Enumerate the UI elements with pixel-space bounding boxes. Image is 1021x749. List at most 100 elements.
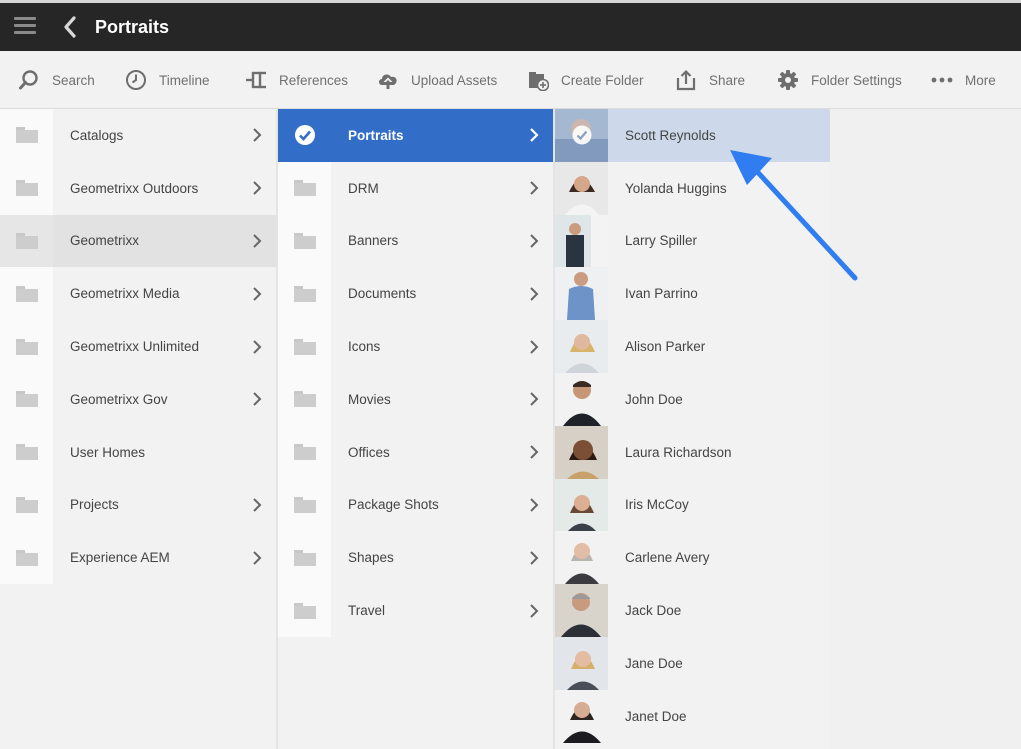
chevron-right-icon <box>530 603 539 618</box>
list-item-offices[interactable]: Offices <box>278 425 553 479</box>
list-item-documents[interactable]: Documents <box>278 267 553 321</box>
chevron-right-icon <box>530 551 539 565</box>
folder-icon <box>15 496 38 513</box>
action-toolbar: Search Timeline References Upload Assets… <box>0 51 1021 109</box>
references-label: References <box>279 72 349 88</box>
chevron-right-icon <box>530 392 539 407</box>
share-icon <box>675 69 697 91</box>
list-item-laura-richardson[interactable]: Laura Richardson <box>555 425 830 479</box>
chevron-right-icon <box>530 339 539 354</box>
references-button[interactable]: References <box>245 51 348 109</box>
check-circle-icon <box>572 125 591 145</box>
search-icon <box>18 69 40 91</box>
create-folder-button[interactable]: Create Folder <box>527 51 644 109</box>
portrait-thumbnail <box>555 372 608 426</box>
more-dots-icon <box>931 69 953 91</box>
folder-settings-button[interactable]: Folder Settings <box>777 51 902 109</box>
list-item-user-homes[interactable]: User Homes <box>0 425 276 479</box>
list-item-scott-reynolds[interactable]: Scott Reynolds <box>555 109 830 162</box>
chevron-right-icon <box>253 551 262 565</box>
list-item-shapes[interactable]: Shapes <box>278 531 553 585</box>
list-item-yolanda-huggins[interactable]: Yolanda Huggins <box>555 161 830 215</box>
chevron-right-icon <box>253 392 262 407</box>
folder-icon <box>15 180 38 197</box>
chevron-right-icon <box>530 287 539 301</box>
top-bar: Portraits <box>0 0 1021 51</box>
list-item-banners[interactable]: Banners <box>278 214 553 268</box>
list-item-janet-doe[interactable]: Janet Doe <box>555 689 830 743</box>
list-item-package-shots[interactable]: Package Shots <box>278 478 553 532</box>
list-item-movies[interactable]: Movies <box>278 372 553 426</box>
folder-icon <box>293 444 316 461</box>
portrait-thumbnail <box>555 636 608 690</box>
list-item-john-doe[interactable]: John Doe <box>555 372 830 426</box>
list-item-jack-doe[interactable]: Jack Doe <box>555 584 830 637</box>
folder-icon <box>15 127 38 144</box>
folder-icon <box>293 232 316 249</box>
list-item-ivan-parrino[interactable]: Ivan Parrino <box>555 267 830 321</box>
list-item-jane-doe[interactable]: Jane Doe <box>555 636 830 690</box>
more-label: More <box>965 72 996 88</box>
share-label: Share <box>709 72 746 88</box>
list-item-larry-spiller[interactable]: Larry Spiller <box>555 214 830 268</box>
share-button[interactable]: Share <box>675 51 745 109</box>
list-item-carlene-avery[interactable]: Carlene Avery <box>555 531 830 585</box>
portrait-thumbnail <box>555 689 608 743</box>
chevron-right-icon <box>530 181 539 195</box>
chevron-right-icon <box>253 128 262 143</box>
list-item-drm[interactable]: DRM <box>278 161 553 215</box>
page-title: Portraits <box>95 17 170 37</box>
list-item-projects[interactable]: Projects <box>0 478 276 532</box>
upload-assets-label: Upload Assets <box>411 72 498 88</box>
folder-icon <box>293 338 316 355</box>
timeline-label: Timeline <box>159 72 210 88</box>
search-button[interactable]: Search <box>18 51 95 109</box>
empty-column-area <box>831 109 1021 749</box>
more-button[interactable]: More <box>931 51 996 109</box>
back-arrow-icon[interactable] <box>60 14 82 40</box>
column-geometrixx: Portraits DRM Banners Documents Icons Mo… <box>278 109 553 749</box>
folder-icon <box>293 602 316 619</box>
list-item-icons[interactable]: Icons <box>278 320 553 373</box>
folder-settings-label: Folder Settings <box>811 72 902 88</box>
portrait-thumbnail <box>555 109 608 162</box>
check-circle-icon <box>294 125 315 146</box>
portrait-thumbnail <box>555 425 608 479</box>
list-item-geometrixx-outdoors[interactable]: Geometrixx Outdoors <box>0 161 276 215</box>
list-item-geometrixx[interactable]: Geometrixx <box>0 214 276 268</box>
list-item-catalogs[interactable]: Catalogs <box>0 109 276 162</box>
chevron-right-icon <box>253 339 262 354</box>
clock-icon <box>125 69 147 91</box>
portrait-thumbnail <box>555 478 608 532</box>
folder-icon <box>15 549 38 566</box>
list-item-travel[interactable]: Travel <box>278 584 553 637</box>
list-item-geometrixx-media[interactable]: Geometrixx Media <box>0 267 276 321</box>
folder-icon <box>15 285 38 302</box>
references-icon <box>245 69 267 91</box>
portrait-thumbnail <box>555 161 608 215</box>
folder-add-icon <box>527 69 549 91</box>
column-root: Catalogs Geometrixx Outdoors Geometrixx … <box>0 109 276 749</box>
folder-icon <box>293 496 316 513</box>
hamburger-menu-icon[interactable] <box>14 17 36 35</box>
list-item-geometrixx-gov[interactable]: Geometrixx Gov <box>0 372 276 426</box>
column-portraits: Scott Reynolds Yolanda Huggins Larry Spi… <box>555 109 830 749</box>
list-item-experience-aem[interactable]: Experience AEM <box>0 531 276 585</box>
search-label: Search <box>52 72 95 88</box>
portrait-thumbnail <box>555 214 608 268</box>
upload-assets-button[interactable]: Upload Assets <box>377 51 497 109</box>
folder-icon <box>293 549 316 566</box>
folder-icon <box>15 444 38 461</box>
timeline-button[interactable]: Timeline <box>125 51 210 109</box>
gear-icon <box>777 69 799 91</box>
folder-icon <box>15 232 38 249</box>
list-item-iris-mccoy[interactable]: Iris McCoy <box>555 478 830 532</box>
list-item-alison-parker[interactable]: Alison Parker <box>555 320 830 373</box>
folder-icon <box>293 180 316 197</box>
chevron-right-icon <box>253 234 262 248</box>
folder-icon <box>293 285 316 302</box>
folder-icon <box>293 391 316 408</box>
list-item-portraits[interactable]: Portraits <box>278 109 553 162</box>
list-item-geometrixx-unlimited[interactable]: Geometrixx Unlimited <box>0 320 276 373</box>
portrait-thumbnail <box>555 267 608 321</box>
